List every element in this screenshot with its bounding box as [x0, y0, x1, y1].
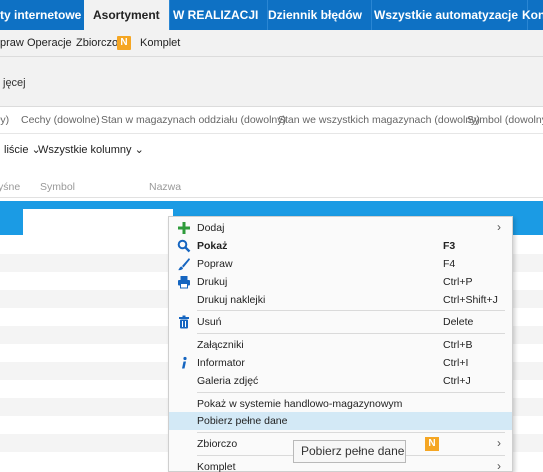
menu-separator [197, 392, 505, 393]
menu-item-usun[interactable]: Usuń Delete [169, 313, 512, 331]
column-header-nazwa[interactable]: Nazwa [149, 181, 181, 193]
komplet-menu[interactable]: Komplet [140, 30, 180, 57]
tab-wszystkie-automatyzacje[interactable]: Wszystkie automatyzacje [365, 0, 529, 30]
tab-w-realizacji[interactable]: W REALIZACJI [164, 0, 269, 30]
tooltip: Pobierz pełne dane [293, 440, 406, 463]
info-icon [177, 356, 191, 370]
chevron-down-icon: ⌄ [134, 144, 144, 156]
more-link[interactable]: jęcej [3, 77, 26, 89]
popraw-menu[interactable]: praw [0, 30, 24, 57]
menu-item-zalaczniki[interactable]: Załączniki Ctrl+B [169, 336, 512, 354]
filter-partial[interactable]: ły) [0, 114, 9, 126]
view-options: liście ⌄ Wszystkie kolumny ⌄ [0, 136, 543, 162]
module-tab-bar: ty internetowe Asortyment W REALIZACJI D… [0, 0, 543, 30]
operacje-menu[interactable]: Operacje [27, 30, 72, 57]
context-menu: Dodaj › Pokaż F3 Popraw F4 Drukuj Ctrl+P… [168, 216, 513, 472]
menu-item-pobierz-pelne-dane[interactable]: Pobierz pełne dane [169, 412, 512, 430]
menu-item-pokaz[interactable]: Pokaż F3 [169, 237, 512, 255]
chevron-right-icon: › [497, 436, 501, 450]
menu-separator [197, 310, 505, 311]
brush-icon [177, 257, 191, 271]
search-icon [177, 239, 191, 253]
printer-icon [177, 275, 191, 289]
menu-item-pokaz-w-systemie[interactable]: Pokaż w systemie handlowo-magazynowym [169, 395, 512, 413]
ribbon-panel: jęcej [0, 57, 543, 107]
tab-kon[interactable]: Kon [513, 0, 543, 30]
filter-symbol[interactable]: Symbol (dowolny) [467, 114, 543, 126]
view-mode-dropdown[interactable]: liście ⌄ [4, 143, 41, 156]
column-header-symbol[interactable]: Symbol [40, 181, 75, 193]
cell-editor [23, 209, 173, 237]
table-header: yśne Symbol Nazwa [0, 176, 543, 198]
zbiorczo-menu[interactable]: Zbiorczo [76, 30, 118, 57]
column-header[interactable]: yśne [0, 181, 20, 193]
menu-separator [197, 333, 505, 334]
menu-item-drukuj-naklejki[interactable]: Drukuj naklejki Ctrl+Shift+J [169, 291, 512, 309]
trash-icon [177, 315, 191, 329]
menu-item-informator[interactable]: Informator Ctrl+I [169, 354, 512, 372]
new-badge: N [117, 36, 131, 50]
tab-internet-offers[interactable]: ty internetowe [0, 0, 92, 30]
tab-asortyment[interactable]: Asortyment [84, 0, 170, 30]
chevron-right-icon: › [497, 459, 501, 472]
filter-cechy[interactable]: Cechy (dowolne) [21, 114, 100, 126]
action-toolbar: praw Operacje Zbiorczo N Komplet [0, 30, 543, 57]
new-badge: N [425, 437, 439, 451]
menu-item-galeria[interactable]: Galeria zdjęć Ctrl+J [169, 372, 512, 390]
menu-item-popraw[interactable]: Popraw F4 [169, 255, 512, 273]
chevron-right-icon: › [497, 220, 501, 234]
tab-dziennik-bledow[interactable]: Dziennik błędów [259, 0, 373, 30]
menu-item-drukuj[interactable]: Drukuj Ctrl+P [169, 273, 512, 291]
filter-stan-oddzialu[interactable]: Stan w magazynach oddziału (dowolny) [101, 114, 286, 126]
columns-dropdown[interactable]: Wszystkie kolumny ⌄ [38, 143, 144, 156]
plus-icon [177, 221, 191, 235]
menu-separator [197, 432, 505, 433]
menu-item-dodaj[interactable]: Dodaj › [169, 219, 512, 237]
filter-bar: ły) Cechy (dowolne) Stan w magazynach od… [0, 107, 543, 134]
filter-stan-wszystkich[interactable]: Stan we wszystkich magazynach (dowolny) [278, 114, 480, 126]
